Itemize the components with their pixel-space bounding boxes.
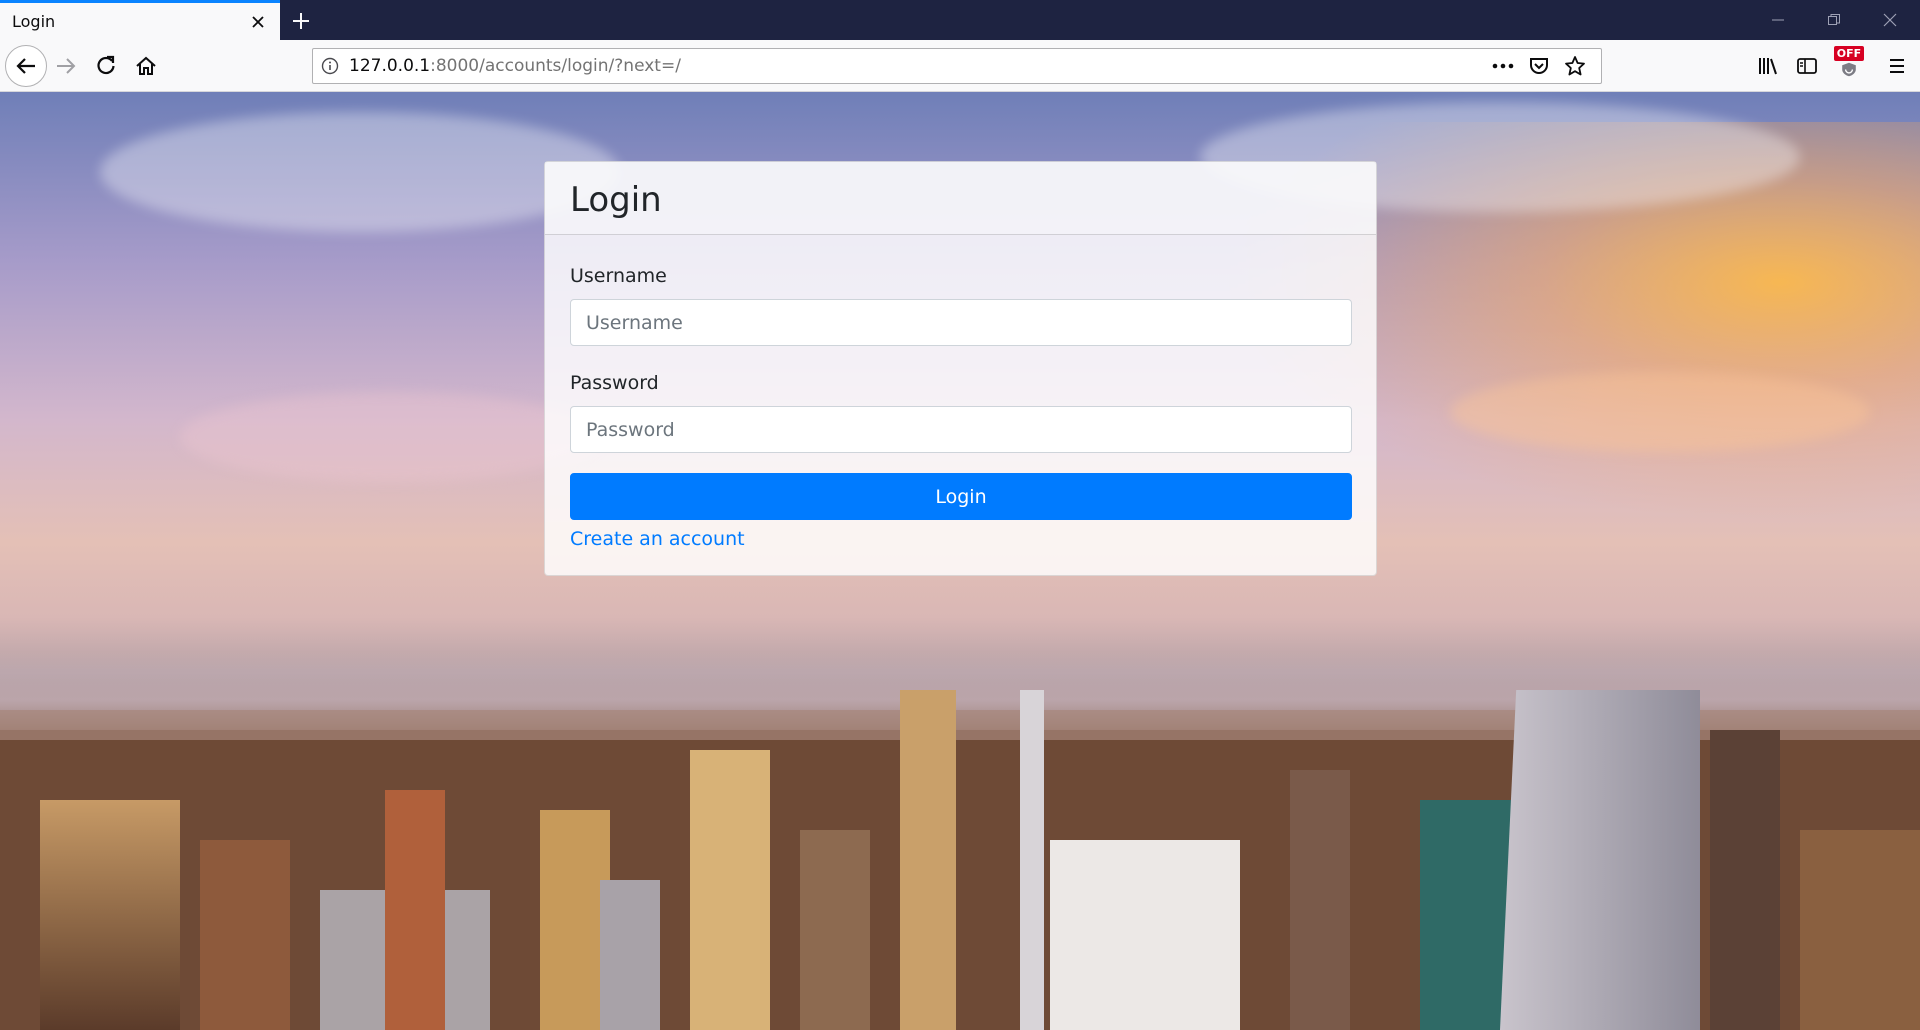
sidebar-icon[interactable] bbox=[1790, 50, 1824, 82]
close-icon[interactable] bbox=[248, 12, 268, 32]
password-input[interactable] bbox=[570, 406, 1352, 453]
card-header: Login bbox=[545, 162, 1376, 235]
hamburger-menu-icon[interactable] bbox=[1880, 50, 1914, 82]
addon-badge: OFF bbox=[1833, 46, 1865, 61]
forward-arrow-icon[interactable] bbox=[46, 46, 86, 86]
url-path: :8000/accounts/login/?next=/ bbox=[430, 56, 681, 76]
cloud bbox=[180, 392, 600, 482]
page-content: Login Username Password Login Create an … bbox=[0, 92, 1920, 1030]
username-label: Username bbox=[570, 265, 667, 287]
addon-icon[interactable]: OFF bbox=[1832, 46, 1866, 78]
home-icon[interactable] bbox=[126, 46, 166, 86]
more-dots-icon[interactable] bbox=[1485, 51, 1521, 81]
address-bar[interactable]: 127.0.0.1:8000/accounts/login/?next=/ bbox=[312, 48, 1602, 84]
login-button[interactable]: Login bbox=[570, 473, 1352, 520]
cloud bbox=[100, 112, 620, 232]
browser-tab[interactable]: Login bbox=[0, 0, 280, 40]
bookmark-star-icon[interactable] bbox=[1557, 51, 1593, 81]
create-account-link[interactable]: Create an account bbox=[570, 528, 745, 550]
library-icon[interactable] bbox=[1751, 50, 1785, 82]
page-title: Login bbox=[570, 180, 662, 220]
nav-bar: 127.0.0.1:8000/accounts/login/?next=/ OF… bbox=[0, 40, 1920, 92]
url-text[interactable]: 127.0.0.1:8000/accounts/login/?next=/ bbox=[349, 56, 1485, 76]
url-host: 127.0.0.1 bbox=[349, 56, 431, 76]
info-icon[interactable] bbox=[321, 57, 339, 75]
close-window-icon[interactable] bbox=[1870, 0, 1910, 40]
tab-title: Login bbox=[12, 12, 56, 31]
restore-icon[interactable] bbox=[1814, 0, 1854, 40]
back-arrow-icon[interactable] bbox=[5, 45, 47, 87]
password-label: Password bbox=[570, 372, 659, 394]
pocket-icon[interactable] bbox=[1521, 51, 1557, 81]
city-skyline-image bbox=[0, 690, 1920, 1030]
plus-icon[interactable] bbox=[286, 6, 316, 36]
cloud bbox=[1450, 372, 1870, 452]
minimize-icon[interactable] bbox=[1758, 0, 1798, 40]
login-card: Login Username Password Login Create an … bbox=[544, 161, 1377, 576]
tab-strip: Login bbox=[0, 0, 1920, 40]
reload-icon[interactable] bbox=[86, 46, 126, 86]
login-form: Username Password Login Create an accoun… bbox=[545, 235, 1376, 550]
username-input[interactable] bbox=[570, 299, 1352, 346]
